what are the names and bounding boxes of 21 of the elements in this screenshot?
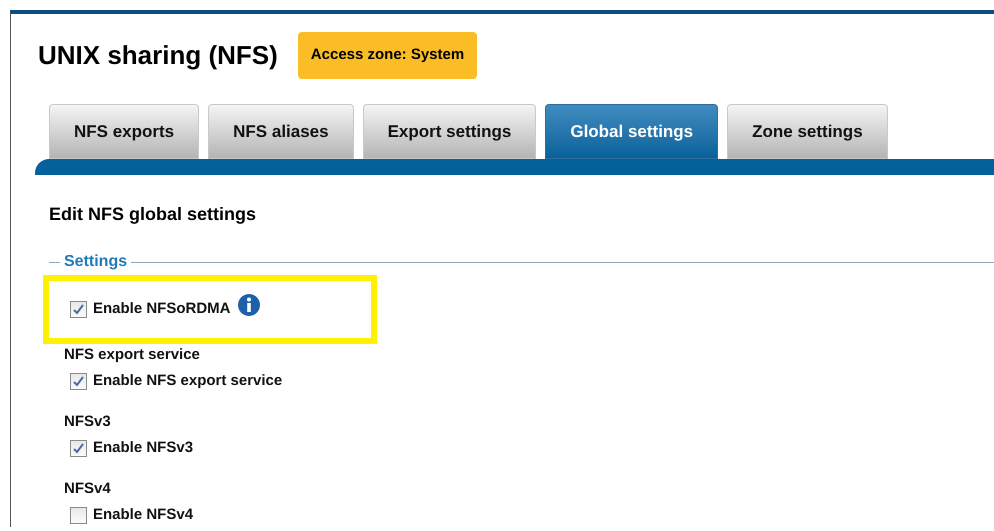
info-icon[interactable] [236, 292, 261, 316]
form-heading: Edit NFS global settings [49, 203, 258, 226]
tab[interactable]: Export settings [362, 104, 536, 159]
checkbox[interactable] [70, 372, 87, 390]
group-label: NFSv4 [64, 479, 112, 499]
checkbox[interactable] [70, 506, 87, 524]
checkbox-label: Enable NFSv3 [93, 438, 194, 458]
section-legend: Settings [60, 250, 132, 274]
tab[interactable]: Zone settings [727, 104, 888, 159]
tab[interactable]: NFS aliases [208, 104, 354, 159]
group-label: NFSv3 [64, 412, 112, 432]
tab[interactable]: NFS exports [49, 104, 200, 159]
checkbox-label: Enable NFSoRDMA [93, 299, 231, 320]
tab[interactable]: Global settings [545, 104, 718, 159]
checkbox[interactable] [70, 440, 87, 456]
access-zone-badge: Access zone: System [298, 32, 478, 79]
checkbox[interactable] [70, 301, 87, 318]
checkbox-label: Enable NFS export service [93, 370, 282, 391]
group-label: NFS export service [64, 345, 201, 365]
page-title: UNIX sharing (NFS) [38, 39, 278, 72]
checkbox-label: Enable NFSv4 [93, 504, 194, 525]
